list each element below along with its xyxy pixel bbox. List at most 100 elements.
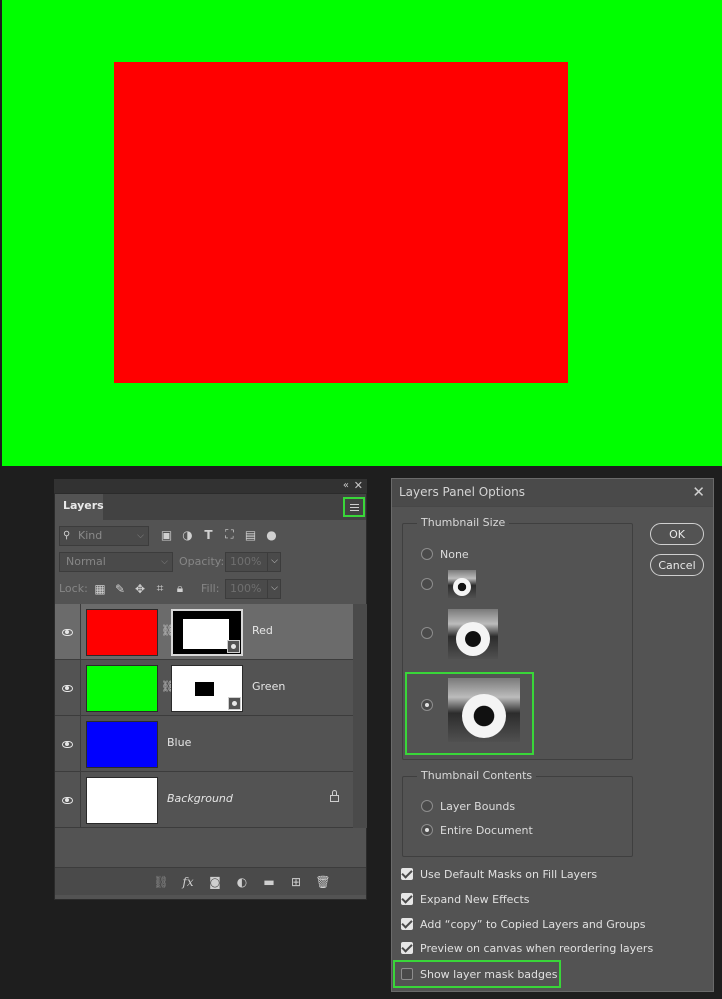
radio-button[interactable] bbox=[421, 548, 433, 560]
layer-thumbnail bbox=[86, 665, 158, 712]
blend-row: Normal ⌵ Opacity: 100% ⌵ bbox=[59, 552, 359, 572]
layer-list: ⛓︎ Red ⛓︎ Green Blue Background bbox=[55, 604, 353, 828]
checkbox[interactable] bbox=[401, 918, 413, 930]
document-canvas[interactable] bbox=[2, 0, 722, 466]
lock-icon[interactable] bbox=[330, 790, 339, 803]
filter-type-icon[interactable]: T bbox=[201, 527, 216, 542]
new-layer-icon[interactable]: ⊞ bbox=[288, 874, 304, 889]
lock-artboard-icon[interactable]: ⌗ bbox=[153, 581, 167, 596]
use-default-masks-checkbox-row[interactable]: Use Default Masks on Fill Layers bbox=[401, 867, 597, 881]
fill-value: 100% bbox=[230, 582, 262, 595]
layers-panel: Layers ⚲ Kind ⌵ ▣ ◑ T ⛶ ▤ ● Normal ⌵ Opa… bbox=[54, 493, 367, 900]
ok-button[interactable]: OK bbox=[650, 523, 704, 545]
filter-row: ⚲ Kind ⌵ ▣ ◑ T ⛶ ▤ ● bbox=[59, 526, 359, 546]
expand-new-effects-checkbox-row[interactable]: Expand New Effects bbox=[401, 892, 530, 906]
mask-white-area bbox=[183, 619, 229, 649]
mask-badge-icon bbox=[227, 640, 240, 653]
radio-button[interactable] bbox=[421, 824, 433, 836]
filter-icons: ▣ ◑ T ⛶ ▤ ● bbox=[159, 527, 279, 542]
checkbox-label: Expand New Effects bbox=[420, 892, 530, 906]
tab-layers[interactable]: Layers bbox=[55, 494, 104, 520]
lock-all-icon[interactable]: 🔒︎ bbox=[173, 581, 187, 596]
cancel-button[interactable]: Cancel bbox=[650, 554, 704, 576]
filter-shape-icon[interactable]: ⛶ bbox=[222, 527, 237, 542]
radio-label: None bbox=[440, 547, 469, 561]
layer-row-background[interactable]: Background bbox=[55, 772, 353, 828]
thumbnail-none-option[interactable]: None bbox=[421, 547, 469, 561]
collapse-panel-icon[interactable]: « bbox=[343, 480, 349, 491]
layer-name: Background bbox=[167, 792, 233, 805]
lock-image-pixels-icon[interactable]: ✎ bbox=[113, 581, 127, 596]
layer-row-blue[interactable]: Blue bbox=[55, 716, 353, 772]
add-copy-checkbox-row[interactable]: Add “copy” to Copied Layers and Groups bbox=[401, 917, 646, 931]
close-icon[interactable]: ✕ bbox=[692, 483, 705, 501]
add-mask-icon[interactable]: ◙ bbox=[207, 874, 223, 889]
preview-on-canvas-checkbox-row[interactable]: Preview on canvas when reordering layers bbox=[401, 941, 653, 955]
layer-mask-thumbnail[interactable] bbox=[171, 665, 243, 712]
thumbnail-size-label: Thumbnail Size bbox=[417, 516, 510, 529]
mask-black-area bbox=[195, 682, 214, 696]
new-group-icon[interactable]: ▬ bbox=[261, 874, 277, 889]
checkbox-label: Use Default Masks on Fill Layers bbox=[420, 867, 598, 881]
lock-position-icon[interactable]: ✥ bbox=[133, 581, 147, 596]
filter-kind-select[interactable]: ⚲ Kind ⌵ bbox=[59, 526, 149, 546]
filter-pixel-icon[interactable]: ▣ bbox=[159, 527, 174, 542]
layer-name: Red bbox=[252, 624, 273, 637]
layers-bottom-toolbar: ⛓︎ fx ◙ ◐ ▬ ⊞ 🗑︎ bbox=[55, 867, 366, 895]
radio-button[interactable] bbox=[421, 800, 433, 812]
layer-thumbnail bbox=[86, 777, 158, 824]
delete-layer-icon[interactable]: 🗑︎ bbox=[315, 874, 331, 889]
layers-scrollbar[interactable] bbox=[353, 604, 367, 828]
bottom-icons: ⛓︎ fx ◙ ◐ ▬ ⊞ 🗑︎ bbox=[153, 874, 331, 889]
visibility-toggle[interactable] bbox=[55, 604, 81, 660]
show-mask-badges-highlight bbox=[393, 960, 561, 988]
thumbnail-medium-option[interactable] bbox=[421, 626, 433, 640]
dialog-titlebar: Layers Panel Options ✕ bbox=[392, 479, 713, 507]
thumbnail-contents-label: Thumbnail Contents bbox=[417, 769, 537, 782]
red-rectangle bbox=[114, 62, 568, 383]
layer-row-red[interactable]: ⛓︎ Red bbox=[55, 604, 353, 660]
lock-icons: ▦ ✎ ✥ ⌗ 🔒︎ bbox=[93, 581, 187, 596]
fx-icon[interactable]: fx bbox=[180, 874, 196, 889]
lock-transparent-pixels-icon[interactable]: ▦ bbox=[93, 581, 107, 596]
radio-label: Layer Bounds bbox=[440, 799, 516, 813]
dialog-title: Layers Panel Options bbox=[399, 485, 526, 499]
blend-mode-select[interactable]: Normal ⌵ bbox=[59, 552, 173, 572]
link-layers-icon[interactable]: ⛓︎ bbox=[153, 874, 169, 889]
layer-thumbnail bbox=[86, 721, 158, 768]
visibility-toggle[interactable] bbox=[55, 660, 81, 716]
layer-thumbnail bbox=[86, 609, 158, 656]
adjustment-layer-icon[interactable]: ◐ bbox=[234, 874, 250, 889]
hamburger-menu-icon bbox=[349, 503, 359, 511]
filter-toggle-icon[interactable]: ● bbox=[264, 527, 279, 542]
filter-adjustment-icon[interactable]: ◑ bbox=[180, 527, 195, 542]
opacity-dropdown-icon[interactable]: ⌵ bbox=[267, 552, 281, 572]
layers-panel-options-dialog: Layers Panel Options ✕ Thumbnail Size No… bbox=[391, 478, 714, 992]
eye-icon bbox=[62, 684, 73, 692]
filter-kind-label: Kind bbox=[78, 529, 103, 542]
radio-button[interactable] bbox=[421, 627, 433, 639]
panel-menu-button[interactable] bbox=[343, 497, 365, 517]
close-panel-icon[interactable]: ✕ bbox=[354, 479, 363, 492]
fill-label: Fill: bbox=[201, 582, 220, 595]
fill-dropdown-icon[interactable]: ⌵ bbox=[267, 579, 281, 599]
eye-icon bbox=[62, 628, 73, 636]
checkbox[interactable] bbox=[401, 893, 413, 905]
visibility-toggle[interactable] bbox=[55, 772, 81, 828]
contents-entire-document-option[interactable]: Entire Document bbox=[421, 823, 533, 837]
filter-smart-object-icon[interactable]: ▤ bbox=[243, 527, 258, 542]
checkbox-label: Add “copy” to Copied Layers and Groups bbox=[420, 917, 646, 931]
thumbnail-large-highlight bbox=[405, 672, 534, 755]
layer-mask-thumbnail[interactable] bbox=[171, 609, 243, 656]
checkbox[interactable] bbox=[401, 868, 413, 880]
contents-layer-bounds-option[interactable]: Layer Bounds bbox=[421, 799, 515, 813]
blend-mode-label: Normal bbox=[66, 555, 106, 568]
radio-button[interactable] bbox=[421, 578, 433, 590]
checkbox[interactable] bbox=[401, 942, 413, 954]
visibility-toggle[interactable] bbox=[55, 716, 81, 772]
radio-label: Entire Document bbox=[440, 823, 533, 837]
layer-row-green[interactable]: ⛓︎ Green bbox=[55, 660, 353, 716]
eye-icon bbox=[62, 796, 73, 804]
chevron-down-icon: ⌵ bbox=[161, 557, 168, 567]
thumbnail-small-option[interactable] bbox=[421, 577, 433, 591]
